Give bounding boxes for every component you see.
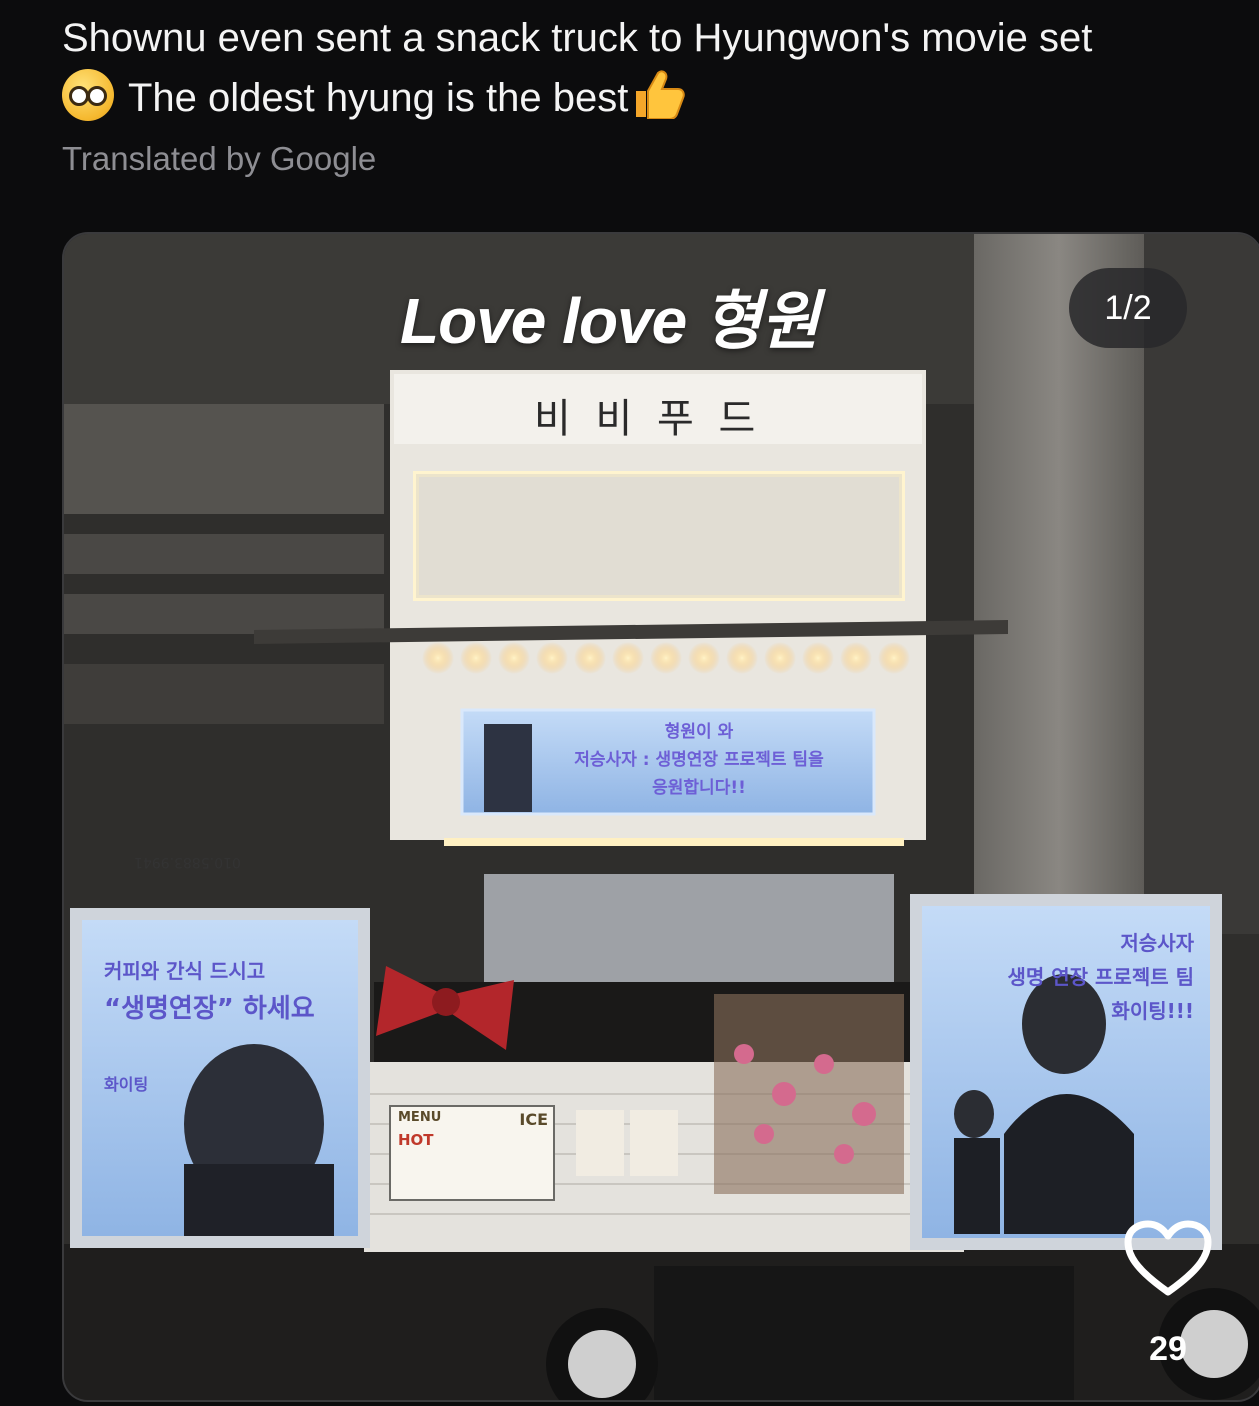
left-poster-line-3: 화이팅 [104, 1075, 149, 1094]
right-poster-line-3: 화이팅!!! [1111, 999, 1194, 1023]
caption-line-2: The oldest hyung is the best [128, 76, 629, 120]
right-poster-line-2: 생명 연장 프로젝트 팀 [1007, 965, 1195, 989]
thumbs-up-emoji-icon [630, 69, 686, 136]
center-banner-line-1: 형원이 와 [664, 722, 734, 742]
right-poster-line-1: 저승사자 [1120, 931, 1194, 955]
photo-overlay-title: Love love 형원 [400, 285, 820, 357]
truck-phone-number: 010.5883.9941 [134, 854, 241, 870]
center-banner-line-2: 저승사자 : 생명연장 프로젝트 팀을 [574, 750, 824, 770]
caption-line-1: Shownu even sent a snack truck to Hyungw… [62, 16, 1093, 60]
left-poster-text: 커피와 간식 드시고 “생명연장” 하세요 화이팅 [104, 952, 344, 1104]
left-poster-line-2: “생명연장” 하세요 [104, 994, 315, 1024]
center-banner-line-3: 응원합니다!! [652, 778, 746, 798]
right-poster-text: 저승사자 생명 연장 프로젝트 팀 화이팅!!! [944, 926, 1195, 1028]
media-page-counter: 1/2 [1069, 268, 1187, 348]
translated-by-google-link[interactable]: Translated by Google [62, 140, 376, 178]
center-banner-text: 형원이 와 저승사자 : 생명연장 프로젝트 팀을 응원합니다!! [534, 718, 864, 802]
truck-sign: 비 비 푸 드 [534, 396, 762, 442]
like-count: 29 [1149, 1330, 1187, 1368]
menu-label: MENU [398, 1110, 442, 1125]
pleading-face-emoji-icon [62, 69, 114, 121]
heart-outline-icon[interactable] [1124, 1220, 1212, 1298]
caption-line-2-row: The oldest hyung is the best [62, 68, 1232, 136]
left-poster-line-1: 커피와 간식 드시고 [104, 959, 266, 983]
menu-hot-label: HOT [398, 1131, 434, 1149]
menu-ice-label: ICE [519, 1110, 548, 1129]
post-caption: Shownu even sent a snack truck to Hyungw… [62, 8, 1232, 136]
menu-board: MENU ICE HOT [398, 1110, 548, 1149]
post-media-photo[interactable]: Love love 형원 비 비 푸 드 010.5883.9941 형원이 와… [62, 232, 1259, 1402]
